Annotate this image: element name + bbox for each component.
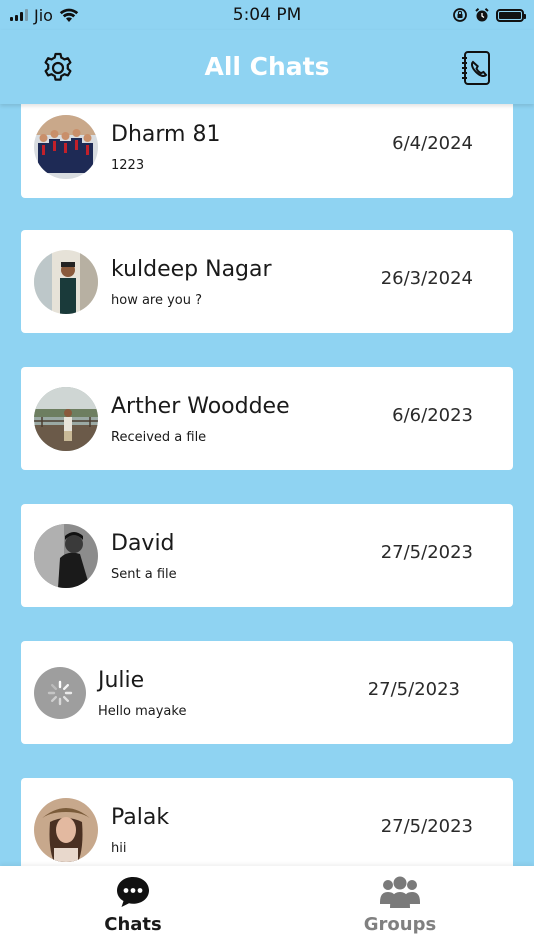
app-header: All Chats bbox=[0, 30, 534, 104]
avatar-placeholder bbox=[34, 667, 86, 719]
signal-strength-icon bbox=[10, 9, 28, 21]
avatar bbox=[34, 524, 98, 588]
chat-item-david[interactable]: David Sent a file 27/5/2023 bbox=[21, 504, 513, 607]
contacts-button[interactable] bbox=[456, 48, 496, 88]
chat-date: 27/5/2023 bbox=[380, 816, 473, 837]
chat-name: kuldeep Nagar bbox=[111, 257, 272, 282]
chat-date: 26/3/2024 bbox=[380, 268, 473, 289]
chat-name: David bbox=[111, 531, 175, 556]
status-left: Jio bbox=[10, 6, 79, 25]
chat-date: 6/4/2024 bbox=[392, 133, 473, 154]
chat-date: 27/5/2023 bbox=[367, 679, 460, 700]
avatar bbox=[34, 798, 98, 862]
people-group-icon bbox=[380, 876, 420, 908]
contacts-book-icon bbox=[462, 51, 490, 85]
chat-list[interactable]: Dharm 81 1223 6/4/2024 kuldeep Nagar how… bbox=[0, 104, 534, 866]
chat-name: Dharm 81 bbox=[111, 122, 221, 147]
chat-last-message: 1223 bbox=[111, 158, 145, 173]
status-right bbox=[452, 7, 526, 23]
page-title: All Chats bbox=[204, 52, 330, 81]
loading-spinner-icon bbox=[47, 680, 73, 706]
chat-last-message: how are you ? bbox=[111, 293, 203, 308]
chat-item-julie[interactable]: Julie Hello mayake 27/5/2023 bbox=[21, 641, 513, 744]
chat-date: 27/5/2023 bbox=[380, 542, 473, 563]
chat-item-kuldeep-nagar[interactable]: kuldeep Nagar how are you ? 26/3/2024 bbox=[21, 230, 513, 333]
chat-last-message: hii bbox=[111, 841, 127, 856]
chat-date: 6/6/2023 bbox=[392, 405, 473, 426]
avatar bbox=[34, 250, 98, 314]
chat-item-arther-wooddee[interactable]: Arther Wooddee Received a file 6/6/2023 bbox=[21, 367, 513, 470]
rotation-lock-icon bbox=[453, 8, 467, 22]
tab-label: Groups bbox=[363, 914, 437, 935]
tab-groups[interactable]: Groups bbox=[330, 874, 470, 935]
chat-last-message: Sent a file bbox=[111, 567, 177, 582]
chat-bubble-icon bbox=[117, 877, 149, 907]
tab-chats[interactable]: Chats bbox=[63, 874, 203, 935]
status-bar: Jio 5:04 PM bbox=[0, 0, 534, 30]
alarm-icon bbox=[475, 8, 489, 22]
chat-name: Arther Wooddee bbox=[111, 394, 290, 419]
chat-last-message: Hello mayake bbox=[98, 704, 187, 719]
chat-name: Julie bbox=[98, 668, 145, 693]
chat-last-message: Received a file bbox=[111, 430, 207, 445]
avatar bbox=[34, 115, 98, 179]
chat-item-dharm-81[interactable]: Dharm 81 1223 6/4/2024 bbox=[21, 104, 513, 198]
bottom-nav: Chats Groups bbox=[0, 866, 534, 950]
chat-item-palak[interactable]: Palak hii 27/5/2023 bbox=[21, 778, 513, 866]
tab-label: Chats bbox=[104, 914, 162, 935]
avatar bbox=[34, 387, 98, 451]
carrier-name: Jio bbox=[34, 5, 53, 25]
wifi-icon bbox=[59, 8, 79, 22]
battery-icon bbox=[496, 8, 526, 22]
chat-name: Palak bbox=[111, 805, 170, 830]
